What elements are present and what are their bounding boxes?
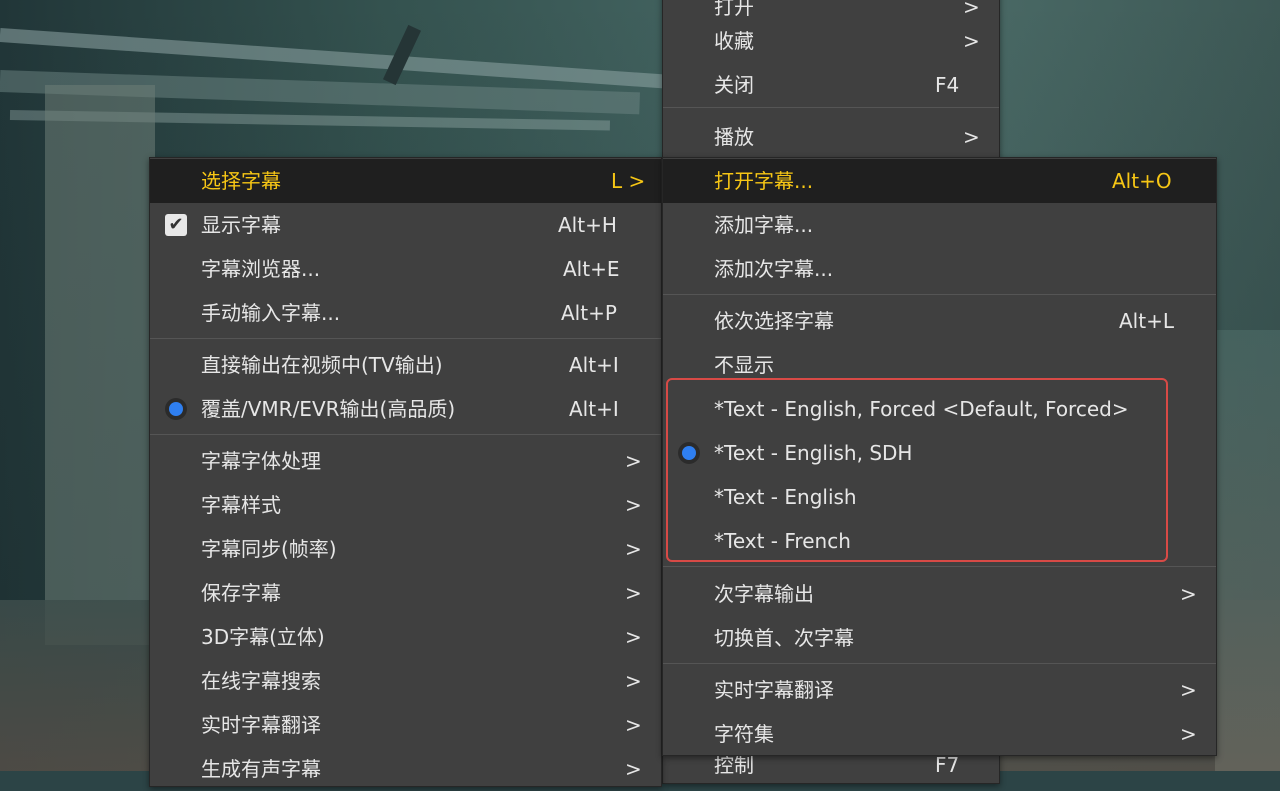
subtitle-track-english-forced[interactable]: *Text - English, Forced <Default, Forced… bbox=[663, 387, 1216, 431]
menu-item-3d-subtitle[interactable]: 3D字幕(立体) > bbox=[150, 615, 661, 659]
menu-item-secondary-output[interactable]: 次字幕输出 > bbox=[663, 572, 1216, 616]
menu-separator bbox=[150, 338, 661, 339]
radio-selected-icon bbox=[165, 398, 187, 420]
menu-item-subtitle-browser[interactable]: 字幕浏览器... Alt+E bbox=[150, 247, 661, 291]
menu-separator bbox=[663, 566, 1216, 567]
menu-item-live-translate[interactable]: 实时字幕翻译 > bbox=[150, 703, 661, 747]
menu-item-show-subtitle[interactable]: ✔ 显示字幕 Alt+H bbox=[150, 203, 661, 247]
menu-item-live-translate[interactable]: 实时字幕翻译 > bbox=[663, 668, 1216, 712]
menu-separator bbox=[663, 663, 1216, 664]
menu-item-favorites[interactable]: 收藏 > bbox=[663, 19, 999, 63]
menu-item-font-processing[interactable]: 字幕字体处理 > bbox=[150, 439, 661, 483]
menu-item-play[interactable]: 播放 > bbox=[663, 115, 999, 159]
menu-item-subtitle-sync[interactable]: 字幕同步(帧率) > bbox=[150, 527, 661, 571]
menu-item-add-secondary-subtitle[interactable]: 添加次字幕... bbox=[663, 247, 1216, 291]
subtitle-track-english[interactable]: *Text - English bbox=[663, 475, 1216, 519]
select-subtitle-submenu: 打开字幕... Alt+O 添加字幕... 添加次字幕... 依次选择字幕 Al… bbox=[662, 157, 1217, 756]
menu-item-tv-output[interactable]: 直接输出在视频中(TV输出) Alt+I bbox=[150, 343, 661, 387]
menu-separator bbox=[150, 434, 661, 435]
menu-item-manual-subtitle[interactable]: 手动输入字幕... Alt+P bbox=[150, 291, 661, 335]
menu-item-open-subtitle[interactable]: 打开字幕... Alt+O bbox=[663, 159, 1216, 203]
menu-item-hide-subtitle[interactable]: 不显示 bbox=[663, 343, 1216, 387]
radio-selected-icon bbox=[678, 442, 700, 464]
menu-item-swap-subtitles[interactable]: 切换首、次字幕 bbox=[663, 616, 1216, 660]
menu-separator bbox=[663, 107, 999, 108]
menu-item-charset[interactable]: 字符集 > bbox=[663, 712, 1216, 756]
subtitle-track-french[interactable]: *Text - French bbox=[663, 519, 1216, 563]
checkmark-icon: ✔ bbox=[165, 214, 187, 236]
menu-item-select-subtitle[interactable]: 选择字幕 L > bbox=[150, 159, 661, 203]
menu-item-generate-audio-subtitle[interactable]: 生成有声字幕 > bbox=[150, 747, 661, 791]
menu-item-online-search[interactable]: 在线字幕搜索 > bbox=[150, 659, 661, 703]
subtitle-track-english-sdh[interactable]: *Text - English, SDH bbox=[663, 431, 1216, 475]
menu-separator bbox=[663, 294, 1216, 295]
subtitle-submenu: 选择字幕 L > ✔ 显示字幕 Alt+H 字幕浏览器... Alt+E 手动输… bbox=[149, 157, 662, 787]
menu-item-save-subtitle[interactable]: 保存字幕 > bbox=[150, 571, 661, 615]
menu-item-add-subtitle[interactable]: 添加字幕... bbox=[663, 203, 1216, 247]
menu-item-close[interactable]: 关闭 F4 bbox=[663, 63, 999, 107]
menu-item-overlay-output[interactable]: 覆盖/VMR/EVR输出(高品质) Alt+I bbox=[150, 387, 661, 431]
menu-item-subtitle-style[interactable]: 字幕样式 > bbox=[150, 483, 661, 527]
menu-item-cycle-subtitles[interactable]: 依次选择字幕 Alt+L bbox=[663, 299, 1216, 343]
